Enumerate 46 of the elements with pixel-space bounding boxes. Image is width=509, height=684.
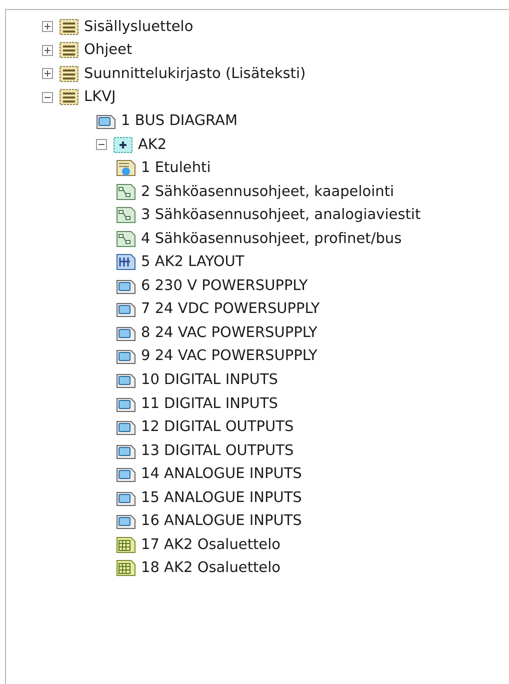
tree-item[interactable]: 3 Sähköasennusohjeet, analogiaviestit: [140, 207, 421, 224]
tree-item[interactable]: Suunnittelukirjasto (Lisäteksti): [83, 66, 306, 82]
folder-icon: [59, 41, 79, 60]
folder-icon: [59, 18, 79, 36]
schematic-icon: [116, 230, 136, 248]
collapse-button[interactable]: [96, 139, 107, 150]
schematic-icon: [116, 182, 136, 201]
tree-item[interactable]: 1 BUS DIAGRAM: [120, 112, 238, 129]
tree-item[interactable]: 6 230 V POWERSUPPLY: [140, 278, 308, 294]
tree-item[interactable]: 9 24 VAC POWERSUPPLY: [140, 348, 318, 364]
tree-item[interactable]: 15 ANALOGUE INPUTS: [140, 490, 302, 506]
tree-item[interactable]: 16 ANALOGUE INPUTS: [140, 513, 302, 530]
tree-item[interactable]: Sisällysluettelo: [83, 18, 194, 35]
tree-item[interactable]: AK2: [137, 136, 167, 152]
tree-item[interactable]: 2 Sähköasennusohjeet, kaapelointi: [140, 184, 394, 200]
collapse-button[interactable]: [42, 92, 53, 103]
plus-group-icon: [113, 136, 133, 154]
tree-item[interactable]: 14 ANALOGUE INPUTS: [140, 466, 302, 482]
sheet-icon: [116, 418, 136, 436]
tree-item[interactable]: Ohjeet: [83, 42, 132, 58]
tree-item[interactable]: 7 24 VDC POWERSUPPLY: [140, 301, 320, 318]
sheet-icon: [116, 347, 136, 366]
sheet-icon: [116, 300, 136, 318]
folder-icon: [59, 88, 79, 106]
layout-icon: [116, 253, 136, 272]
expand-button[interactable]: [42, 44, 53, 56]
tree-item[interactable]: 5 AK2 LAYOUT: [140, 254, 244, 270]
expand-button[interactable]: [42, 21, 53, 32]
tree-item[interactable]: 10 DIGITAL INPUTS: [140, 372, 278, 388]
tree-item[interactable]: 1 Etulehti: [140, 160, 211, 176]
tree-item[interactable]: 18 AK2 Osaluettelo: [140, 560, 281, 576]
tree-item[interactable]: 12 DIGITAL OUTPUTS: [140, 419, 294, 436]
folder-icon: [59, 64, 79, 83]
tree-item[interactable]: 17 AK2 Osaluettelo: [140, 536, 281, 553]
cover-sheet-icon: [116, 159, 136, 178]
expand-button[interactable]: [42, 68, 53, 80]
tree-item[interactable]: 13 DIGITAL OUTPUTS: [140, 442, 294, 459]
tree-item[interactable]: LKVJ: [83, 89, 116, 106]
schematic-icon: [116, 206, 136, 224]
tree-item[interactable]: 11 DIGITAL INPUTS: [140, 396, 278, 412]
sheet-icon: [116, 512, 136, 530]
sheet-icon: [116, 465, 136, 484]
table-icon: [116, 559, 136, 578]
tree-item[interactable]: 8 24 VAC POWERSUPPLY: [140, 324, 318, 341]
table-icon: [116, 536, 136, 554]
tree-item[interactable]: 4 Sähköasennusohjeet, profinet/bus: [140, 230, 402, 247]
